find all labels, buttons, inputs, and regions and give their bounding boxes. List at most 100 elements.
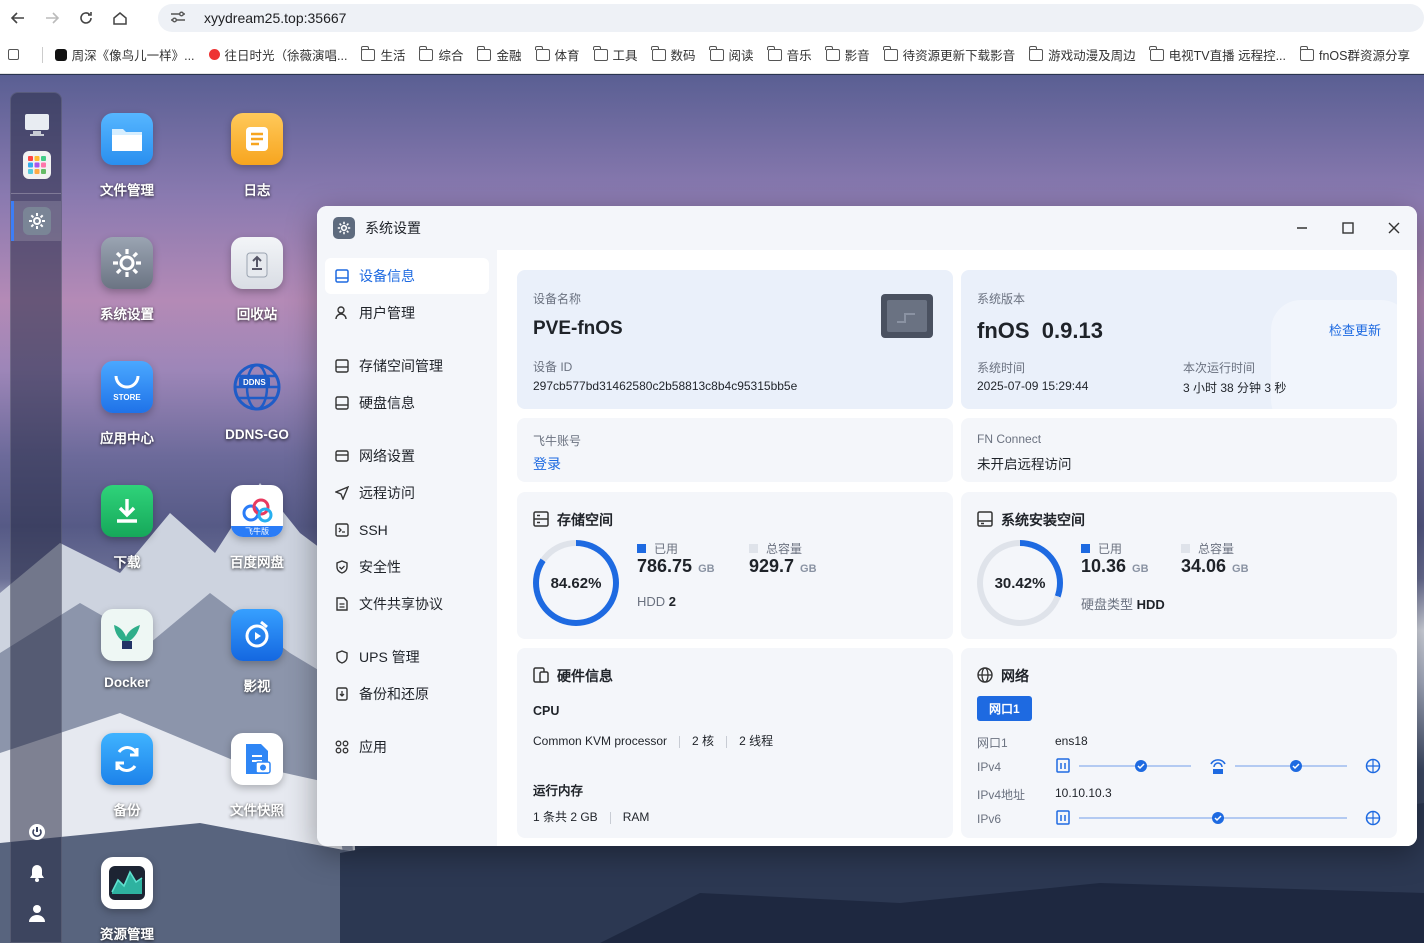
bookmark-folder[interactable]: 游戏动漫及周边 bbox=[1028, 45, 1136, 64]
account-card: 飞牛账号 登录 bbox=[517, 418, 953, 482]
disk-icon bbox=[977, 510, 993, 530]
folder-icon bbox=[101, 113, 153, 165]
back-arrow-icon[interactable] bbox=[2, 2, 34, 34]
nas-device-icon bbox=[879, 292, 935, 343]
app-file-manager[interactable]: 文件管理 bbox=[72, 113, 182, 199]
used-legend-swatch bbox=[637, 544, 646, 553]
power-icon[interactable] bbox=[23, 818, 51, 846]
sidebar-item-ups[interactable]: UPS 管理 bbox=[325, 639, 489, 675]
sidebar-item-storage[interactable]: 存储空间管理 bbox=[325, 348, 489, 384]
device-card: 设备名称 PVE-fnOS 设备 ID 297cb577bd31462580c2… bbox=[517, 270, 953, 409]
network-title: 网络 bbox=[977, 666, 1029, 686]
address-bar[interactable]: xyydream25.top:35667 bbox=[158, 4, 1424, 32]
app-file-snapshot[interactable]: 文件快照 bbox=[202, 733, 312, 819]
home-icon[interactable] bbox=[104, 2, 136, 34]
check-update-link[interactable]: 检查更新 bbox=[1329, 320, 1381, 339]
system-version-label: 系统版本 bbox=[977, 292, 1026, 306]
bookmark-folder[interactable]: 综合 bbox=[419, 45, 463, 64]
bookmark-folder[interactable]: 电视TV直播 远程控... bbox=[1149, 45, 1286, 64]
app-baidu-netdisk[interactable]: 飞牛版 百度网盘 bbox=[202, 485, 312, 571]
fn-connect-card: FN Connect 未开启远程访问 bbox=[961, 418, 1397, 482]
app-ddns-go[interactable]: DDNS DDNS-GO bbox=[202, 361, 312, 442]
storage-used-legend: 已用 bbox=[637, 540, 678, 557]
app-download[interactable]: 下载 bbox=[72, 485, 182, 571]
sidebar-item-disk-info[interactable]: 硬盘信息 bbox=[325, 385, 489, 421]
forward-arrow-icon[interactable] bbox=[36, 2, 68, 34]
fn-connect-status: 未开启远程访问 bbox=[977, 457, 1072, 472]
storage-card[interactable]: 存储空间 84.62% 已用 786.75 GB 总容量 929.7 GB HDD … bbox=[517, 492, 953, 639]
folder-icon bbox=[651, 45, 666, 61]
bookmark-folder[interactable]: 阅读 bbox=[709, 45, 754, 64]
close-icon[interactable] bbox=[1382, 216, 1406, 240]
app-grid-icon bbox=[335, 740, 349, 754]
bookmark-folder[interactable]: 待资源更新下载影音 bbox=[883, 45, 1015, 64]
document-icon bbox=[335, 597, 349, 611]
storage-percent: 84.62% bbox=[539, 546, 613, 620]
site-settings-icon[interactable] bbox=[170, 10, 192, 27]
login-link[interactable]: 登录 bbox=[533, 454, 561, 474]
snapshot-icon bbox=[231, 733, 283, 785]
log-icon bbox=[231, 113, 283, 165]
settings-gear-icon[interactable] bbox=[23, 207, 51, 235]
folder-icon bbox=[1299, 45, 1314, 61]
app-log[interactable]: 日志 bbox=[202, 113, 312, 199]
baidu-cloud-icon: 飞牛版 bbox=[231, 485, 283, 537]
app-video[interactable]: 影视 bbox=[202, 609, 312, 695]
ipv4-address-label: IPv4地址 bbox=[977, 788, 1026, 802]
app-grid-icon[interactable] bbox=[23, 151, 51, 179]
store-icon: STORE bbox=[101, 361, 153, 413]
terminal-icon bbox=[335, 523, 349, 537]
uptime: 3 小时 38 分钟 3 秒 bbox=[1183, 381, 1287, 395]
disk-icon bbox=[335, 396, 349, 410]
desktop-icon[interactable] bbox=[23, 111, 51, 139]
bookmark-folder[interactable]: 影音 bbox=[825, 45, 870, 64]
bell-icon[interactable] bbox=[23, 859, 51, 887]
url-text[interactable]: xyydream25.top:35667 bbox=[204, 10, 346, 26]
cpu-info: Common KVM processor 2 核2 线程 bbox=[533, 734, 774, 748]
system-storage-card[interactable]: 系统安装空间 30.42% 已用 10.36 GB 总容量 34.06 GB 硬盘类… bbox=[961, 492, 1397, 639]
globe-icon: DDNS bbox=[231, 361, 283, 413]
bookmark-item[interactable]: 往日时光（徐薇演唱... bbox=[208, 45, 347, 64]
bookmark-item[interactable]: 周深《像鸟儿一样》... bbox=[54, 45, 195, 64]
minimize-icon[interactable] bbox=[1290, 216, 1314, 240]
bookmark-folder[interactable]: 生活 bbox=[361, 45, 405, 64]
sidebar-item-apps[interactable]: 应用 bbox=[325, 729, 489, 765]
cpu-label: CPU bbox=[533, 704, 560, 718]
app-backup[interactable]: 备份 bbox=[72, 733, 182, 819]
maximize-icon[interactable] bbox=[1336, 216, 1360, 240]
storage-usage-ring: 84.62% bbox=[533, 540, 619, 626]
bookmark-folder[interactable]: 音乐 bbox=[767, 45, 812, 64]
system-time: 2025-07-09 15:29:44 bbox=[977, 379, 1089, 393]
bookmark-folder[interactable]: 金融 bbox=[477, 45, 522, 64]
app-store[interactable]: STORE 应用中心 bbox=[72, 361, 182, 447]
bookmark-folder[interactable]: 工具 bbox=[593, 45, 638, 64]
memory-info: 1 条共 2 GB RAM bbox=[533, 810, 650, 824]
app-system-settings[interactable]: 系统设置 bbox=[72, 237, 182, 323]
tab-search-icon[interactable] bbox=[8, 49, 24, 60]
bookmark-folder[interactable]: fnOS群资源分享 bbox=[1299, 45, 1410, 64]
sidebar-item-remote-access[interactable]: 远程访问 bbox=[325, 475, 489, 511]
app-docker[interactable]: Docker bbox=[72, 609, 182, 690]
sidebar-item-user-management[interactable]: 用户管理 bbox=[325, 295, 489, 331]
bookmarks-bar: 周深《像鸟儿一样》... 往日时光（徐薇演唱... 生活 综合 金融 体育 工具… bbox=[0, 36, 1424, 74]
window-title: 系统设置 bbox=[365, 220, 421, 236]
user-icon[interactable] bbox=[23, 899, 51, 927]
sidebar-item-ssh[interactable]: SSH bbox=[325, 512, 489, 548]
tab-port-1[interactable]: 网口1 bbox=[977, 696, 1032, 721]
sidebar-item-file-sharing[interactable]: 文件共享协议 bbox=[325, 586, 489, 622]
system-settings-window: 系统设置 设备信息 用户管理 存储空间管理 硬盘信息 网络设置 远程访问 SSH… bbox=[317, 206, 1417, 846]
sidebar-item-security[interactable]: 安全性 bbox=[325, 549, 489, 585]
hardware-title: 硬件信息 bbox=[533, 666, 613, 686]
bookmark-folder[interactable]: 数码 bbox=[651, 45, 696, 64]
window-titlebar[interactable]: 系统设置 bbox=[317, 206, 1417, 250]
sidebar-item-device-info[interactable]: 设备信息 bbox=[325, 258, 489, 294]
download-icon bbox=[101, 485, 153, 537]
network-card: 网络 网口1 网口1 ens18 IPv4 IPv4地址 10.10.10.3 … bbox=[961, 648, 1397, 838]
sidebar-item-backup-restore[interactable]: 备份和还原 bbox=[325, 676, 489, 712]
reload-icon[interactable] bbox=[70, 2, 102, 34]
sidebar-item-network[interactable]: 网络设置 bbox=[325, 438, 489, 474]
bookmark-folder[interactable]: 体育 bbox=[535, 45, 580, 64]
app-resource-monitor[interactable]: 资源管理 bbox=[72, 857, 182, 943]
app-recycle-bin[interactable]: 回收站 bbox=[202, 237, 312, 323]
folder-icon bbox=[593, 45, 608, 61]
